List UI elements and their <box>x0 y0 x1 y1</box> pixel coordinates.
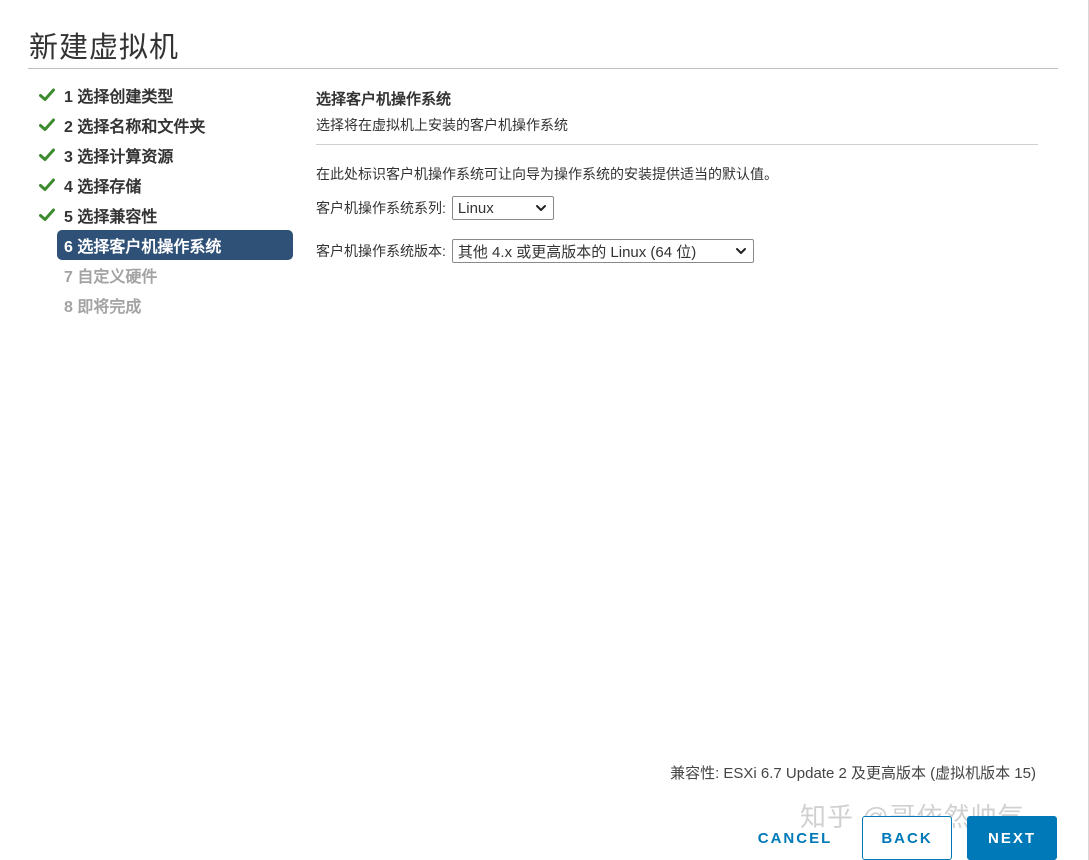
description-text: 在此处标识客户机操作系统可让向导为操作系统的安装提供适当的默认值。 <box>316 166 778 182</box>
step-4[interactable]: 4 选择存储 <box>36 170 294 200</box>
step-5[interactable]: 5 选择兼容性 <box>36 200 294 230</box>
back-button[interactable]: BACK <box>862 816 952 860</box>
os-version-label: 客户机操作系统版本: <box>316 243 446 259</box>
compatibility-text: 兼容性: ESXi 6.7 Update 2 及更高版本 (虚拟机版本 15) <box>670 765 1036 782</box>
step-label: 6 选择客户机操作系统 <box>64 239 222 256</box>
title-divider <box>28 68 1058 69</box>
step-8: 8 即将完成 <box>36 290 294 320</box>
chevron-down-icon <box>735 248 746 254</box>
os-family-row: 客户机操作系统系列: Linux <box>316 195 1038 221</box>
check-icon <box>36 204 58 226</box>
step-7: 7 自定义硬件 <box>36 260 294 290</box>
os-version-row: 客户机操作系统版本: 其他 4.x 或更高版本的 Linux (64 位) <box>316 238 1038 264</box>
step-2[interactable]: 2 选择名称和文件夹 <box>36 110 294 140</box>
step-label: 5 选择兼容性 <box>64 209 158 226</box>
section-heading: 选择客户机操作系统 <box>316 91 452 108</box>
chevron-down-icon <box>535 205 546 211</box>
step-3[interactable]: 3 选择计算资源 <box>36 140 294 170</box>
section-divider <box>316 144 1038 145</box>
step-label: 2 选择名称和文件夹 <box>64 119 206 136</box>
section-subheading: 选择将在虚拟机上安装的客户机操作系统 <box>316 117 568 133</box>
dialog-title: 新建虚拟机 <box>29 32 180 64</box>
check-icon <box>36 84 58 106</box>
os-family-select[interactable]: Linux <box>451 196 554 220</box>
os-version-value: 其他 4.x 或更高版本的 Linux (64 位) <box>457 243 697 261</box>
os-family-value: Linux <box>457 199 494 217</box>
step-label: 1 选择创建类型 <box>64 89 174 106</box>
check-icon <box>36 174 58 196</box>
os-family-label: 客户机操作系统系列: <box>316 200 446 216</box>
step-6-current[interactable]: 6 选择客户机操作系统 <box>57 230 293 260</box>
main-panel: 选择客户机操作系统 选择将在虚拟机上安装的客户机操作系统 在此处标识客户机操作系… <box>316 88 1038 264</box>
check-icon <box>36 114 58 136</box>
check-icon <box>36 144 58 166</box>
step-label: 4 选择存储 <box>64 179 142 196</box>
new-vm-dialog: 新建虚拟机 1 选择创建类型 2 选择名称和文件夹 3 选择计算资源 4 选择存… <box>0 0 1089 860</box>
wizard-steps: 1 选择创建类型 2 选择名称和文件夹 3 选择计算资源 4 选择存储 5 选择… <box>36 80 294 320</box>
cancel-button[interactable]: CANCEL <box>748 816 842 860</box>
step-1[interactable]: 1 选择创建类型 <box>36 80 294 110</box>
step-label: 7 自定义硬件 <box>64 269 158 286</box>
next-button[interactable]: NEXT <box>967 816 1057 860</box>
step-label: 8 即将完成 <box>64 299 142 316</box>
os-version-select[interactable]: 其他 4.x 或更高版本的 Linux (64 位) <box>451 239 754 263</box>
step-label: 3 选择计算资源 <box>64 149 174 166</box>
